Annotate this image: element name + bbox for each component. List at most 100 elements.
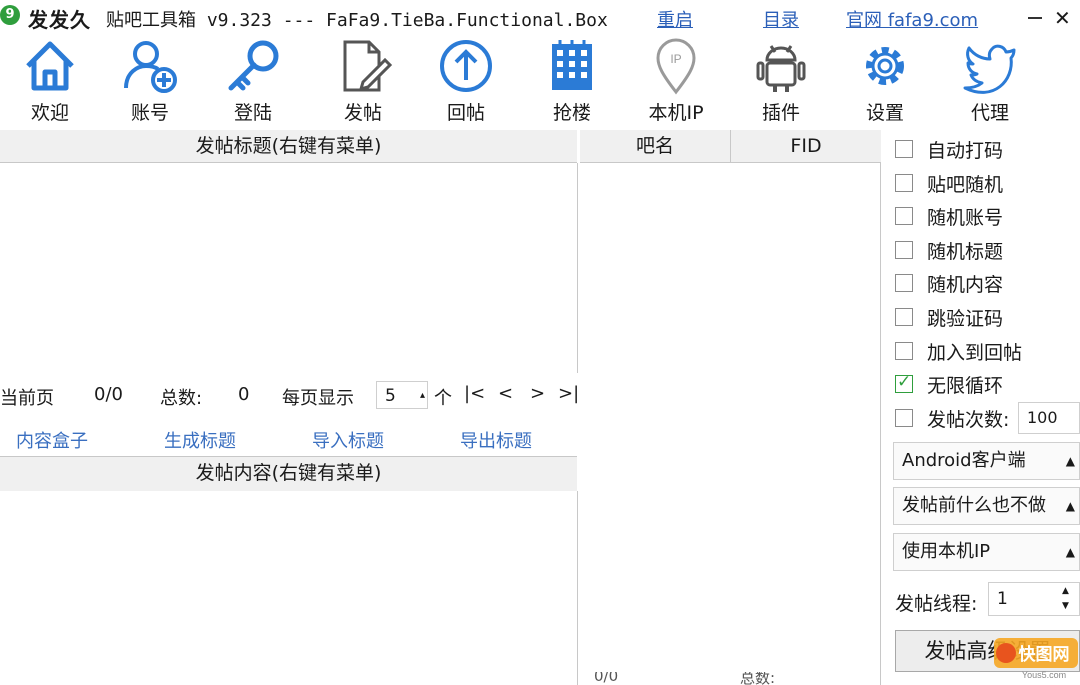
toolbar-label: 发帖 — [343, 102, 382, 124]
toolbar-label: 抢楼 — [552, 102, 591, 124]
post-count-input[interactable]: 100 — [1018, 402, 1080, 434]
checkbox-box-checked[interactable] — [895, 372, 913, 393]
toolbar-proxy-button[interactable]: 代理 — [940, 34, 1040, 130]
toolbar-local-ip-button[interactable]: IP 本机IP — [626, 34, 726, 130]
column-header-forum-name[interactable]: 吧名 — [580, 130, 731, 163]
last-page-button[interactable]: >| — [558, 383, 579, 404]
watermark-logo: 快图网 Yous5.com — [994, 638, 1078, 680]
location-pin-icon: IP — [656, 38, 696, 95]
pager: 当前页 0/0 总数: 0 每页显示 个 — [0, 375, 577, 417]
minimize-button[interactable] — [1026, 8, 1044, 26]
upload-circle-icon — [440, 40, 492, 92]
per-page-unit: 个 — [434, 388, 452, 409]
spinner-icon: ▴ — [419, 390, 425, 401]
toolbar-label: 回帖 — [446, 102, 485, 124]
spin-up-icon[interactable]: ▲ — [1062, 586, 1069, 596]
gear-icon — [866, 47, 904, 85]
post-title-list[interactable] — [0, 163, 578, 373]
dropdown-arrow-icon: ▲ — [1065, 545, 1075, 559]
post-title-header: 发帖标题(右键有菜单) — [0, 130, 577, 163]
toolbar-label: 欢迎 — [30, 102, 69, 124]
toolbar-label: 插件 — [761, 102, 800, 124]
export-title-link[interactable]: 导出标题 — [460, 427, 532, 453]
toolbar-login-button[interactable]: 登陆 — [203, 34, 303, 130]
content-box-link[interactable]: 内容盒子 — [16, 427, 88, 453]
android-icon — [756, 45, 806, 92]
checkbox-box[interactable] — [895, 174, 913, 192]
next-page-button[interactable]: > — [530, 383, 545, 404]
svg-text:IP: IP — [670, 52, 681, 66]
svg-text:快图网: 快图网 — [1019, 644, 1070, 665]
toolbar-grab-floor-button[interactable]: 抢楼 — [522, 34, 622, 130]
toolbar-label: 登陆 — [233, 102, 272, 124]
dropdown-arrow-icon: ▲ — [1065, 499, 1075, 513]
import-title-link[interactable]: 导入标题 — [312, 427, 384, 453]
toolbar-plugins-button[interactable]: 插件 — [731, 34, 831, 130]
column-header-fid[interactable]: FID — [731, 130, 881, 163]
app-subtitle: 贴吧工具箱 v9.323 --- FaFa9.TieBa.Functional.… — [106, 10, 608, 31]
checkbox-label: 随机账号 — [927, 207, 1004, 229]
checkbox-box[interactable] — [895, 308, 913, 326]
svg-text:Yous5.com: Yous5.com — [1022, 670, 1066, 680]
twitter-bird-icon — [963, 44, 1016, 94]
key-icon — [228, 40, 279, 91]
thread-count-label: 发帖线程: — [895, 593, 978, 615]
total-value: 0 — [238, 384, 250, 405]
per-page-value: 5 — [385, 386, 396, 406]
checkbox-box[interactable] — [895, 241, 913, 259]
checkbox-box[interactable] — [895, 140, 913, 158]
checkbox-box[interactable] — [895, 342, 913, 360]
forum-list[interactable] — [580, 163, 881, 685]
spin-down-icon[interactable]: ▼ — [1062, 601, 1069, 611]
toolbar-post-button[interactable]: 发帖 — [313, 34, 413, 130]
checkbox-box[interactable] — [895, 409, 913, 427]
user-add-icon — [124, 41, 177, 93]
app-name: 发发久 — [28, 8, 91, 32]
checkbox-box[interactable] — [895, 207, 913, 225]
directory-link[interactable]: 目录 — [763, 6, 799, 32]
forum-list-total-label: 总数: — [740, 672, 776, 685]
before-post-select[interactable]: 发帖前什么也不做 ▲ — [893, 487, 1080, 525]
website-link[interactable]: 官网 fafa9.com — [846, 6, 978, 32]
ip-select[interactable]: 使用本机IP ▲ — [893, 533, 1080, 571]
client-select[interactable]: Android客户端 ▲ — [893, 442, 1080, 480]
checkbox-label: 随机标题 — [927, 241, 1004, 263]
generate-title-link[interactable]: 生成标题 — [164, 427, 236, 453]
checkbox-label: 贴吧随机 — [927, 174, 1004, 196]
title-bar: 9 发发久 贴吧工具箱 v9.323 --- FaFa9.TieBa.Funct… — [0, 0, 1080, 34]
thread-count-value: 1 — [997, 589, 1008, 609]
toolbar-welcome-button[interactable]: 欢迎 — [0, 34, 100, 130]
checkbox-label: 随机内容 — [927, 274, 1004, 296]
ip-select-value: 使用本机IP — [902, 541, 991, 562]
post-content-area[interactable] — [0, 491, 578, 685]
first-page-button[interactable]: |< — [464, 383, 485, 404]
close-button[interactable]: ✕ — [1054, 6, 1071, 30]
per-page-label: 每页显示 — [282, 388, 354, 409]
checkbox-label: 跳验证码 — [927, 308, 1004, 330]
edit-document-icon — [343, 40, 393, 92]
checkbox-box[interactable] — [895, 274, 913, 292]
client-select-value: Android客户端 — [902, 450, 1026, 471]
toolbar: 欢迎 账号 登陆 发帖 回帖 抢楼 IP 本机IP 插件 设置 代理 — [0, 34, 1080, 130]
restart-link[interactable]: 重启 — [657, 6, 693, 32]
prev-page-button[interactable]: < — [498, 383, 513, 404]
forum-list-status: 0/0 总数: — [580, 672, 880, 685]
total-label: 总数: — [160, 388, 203, 409]
toolbar-settings-button[interactable]: 设置 — [835, 34, 935, 130]
per-page-select[interactable]: 5 ▴ — [376, 381, 428, 409]
toolbar-account-button[interactable]: 账号 — [100, 34, 200, 130]
toolbar-reply-button[interactable]: 回帖 — [416, 34, 516, 130]
minimize-icon — [1028, 17, 1042, 19]
toolbar-label: 账号 — [130, 102, 169, 124]
post-content-header: 发帖内容(右键有菜单) — [0, 456, 577, 492]
dropdown-arrow-icon: ▲ — [1065, 454, 1075, 468]
current-page-value: 0/0 — [94, 384, 123, 405]
checkbox-label: 无限循环 — [927, 375, 1004, 397]
checkbox-label: 发帖次数: — [927, 409, 1010, 431]
title-action-links: 内容盒子 生成标题 导入标题 导出标题 — [0, 420, 577, 456]
checkbox-label: 加入到回帖 — [927, 342, 1023, 364]
toolbar-label: 本机IP — [648, 102, 704, 124]
toolbar-label: 设置 — [865, 102, 904, 124]
building-icon — [552, 40, 592, 90]
forum-list-count: 0/0 — [594, 672, 619, 685]
